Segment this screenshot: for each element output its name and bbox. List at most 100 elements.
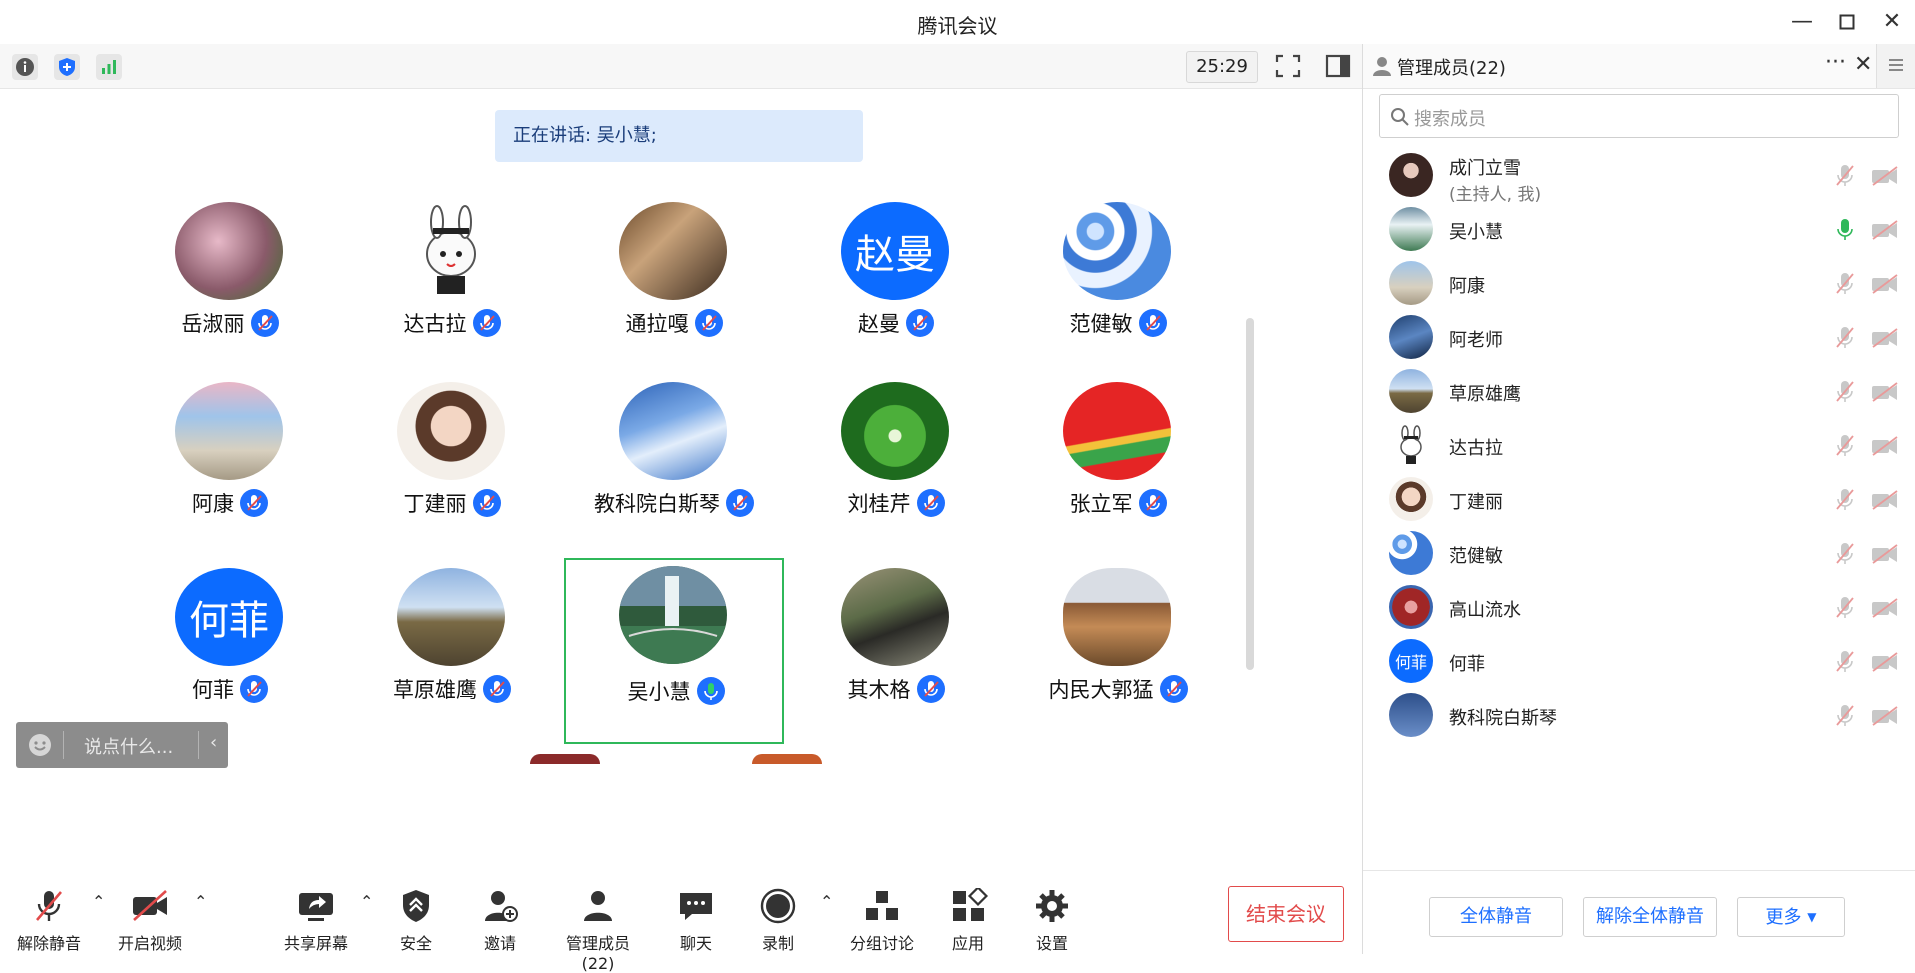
participant-tile[interactable]: 教科院白斯琴 — [564, 380, 784, 560]
mic-muted-icon[interactable] — [1835, 704, 1855, 728]
grid-scrollbar[interactable] — [1246, 318, 1254, 670]
end-meeting-button[interactable]: 结束会议 — [1228, 886, 1344, 942]
participant-tile[interactable]: 刘桂芹 — [786, 380, 1006, 560]
unmute-label: 解除静音 — [16, 934, 81, 953]
mic-muted-icon[interactable] — [1835, 380, 1855, 404]
toggle-sidebar-icon[interactable] — [1324, 53, 1352, 79]
participant-tile[interactable]: 岳淑丽 — [120, 200, 340, 380]
participant-name: 丁建丽 — [403, 492, 467, 516]
participant-tile[interactable]: 张立军 — [1008, 380, 1228, 560]
video-off-icon[interactable] — [1871, 598, 1899, 618]
unmute-all-button[interactable]: 解除全体静音 — [1583, 897, 1717, 937]
participant-tile-speaking[interactable]: 吴小慧 — [564, 558, 784, 744]
participant-tile[interactable]: 草原雄鹰 — [342, 566, 562, 746]
mic-active-icon — [696, 677, 725, 705]
breakout-rooms-button[interactable]: 分组讨论 — [846, 888, 918, 954]
side-menu-toggle[interactable] — [1876, 44, 1915, 88]
avatar — [841, 382, 949, 480]
mic-muted-icon[interactable] — [1835, 326, 1855, 350]
mic-muted-icon — [240, 489, 268, 517]
participant-tile[interactable]: 通拉嘎 — [564, 200, 784, 380]
apps-button[interactable]: 应用 — [948, 885, 989, 954]
signal-strength-icon[interactable] — [96, 54, 122, 80]
close-panel-icon[interactable]: ✕ — [1854, 52, 1872, 77]
participant-tile[interactable]: 丁建丽 — [342, 380, 562, 560]
share-screen-button[interactable]: 共享屏幕 — [280, 888, 352, 954]
avatar — [397, 568, 505, 666]
member-row[interactable]: 教科院白斯琴 — [1363, 684, 1915, 750]
mic-muted-icon — [472, 309, 501, 337]
mic-muted-icon[interactable] — [1835, 650, 1855, 674]
record-button[interactable]: 录制 — [758, 888, 798, 954]
participant-tile[interactable]: 阿康 — [120, 380, 340, 560]
info-icon[interactable] — [12, 54, 38, 80]
avatar — [619, 202, 727, 300]
more-options-icon[interactable]: ··· — [1825, 50, 1846, 75]
participant-name: 内民大郭猛 — [1048, 678, 1154, 702]
shield-icon — [403, 890, 429, 922]
video-off-icon[interactable] — [1871, 706, 1899, 726]
chevron-up-icon[interactable]: ⌃ — [360, 892, 373, 911]
invite-label: 邀请 — [483, 934, 516, 953]
participant-tile[interactable]: 范健敏 — [1008, 200, 1228, 380]
mic-muted-icon[interactable] — [1835, 434, 1855, 458]
settings-button[interactable]: 设置 — [1032, 888, 1072, 954]
video-off-icon[interactable] — [1871, 274, 1899, 294]
more-dropdown-button[interactable]: 更多 ▼ — [1737, 897, 1845, 937]
mic-muted-icon[interactable] — [1835, 542, 1855, 566]
breakout-label: 分组讨论 — [849, 934, 914, 953]
person-icon — [1373, 57, 1391, 76]
participant-tile[interactable]: 达古拉 — [342, 200, 562, 380]
video-off-icon[interactable] — [1871, 220, 1899, 240]
participant-tile[interactable]: 何菲 何菲 — [120, 566, 340, 746]
invite-button[interactable]: 邀请 — [480, 888, 520, 954]
video-off-icon[interactable] — [1871, 328, 1899, 348]
video-off-icon[interactable] — [1871, 166, 1899, 186]
chat-placeholder: 说点什么... — [84, 737, 174, 758]
video-off-icon[interactable] — [1871, 436, 1899, 456]
chat-quick-input[interactable]: 说点什么... ‹ — [16, 722, 228, 768]
manage-members-label: 管理成员(22) — [565, 934, 630, 973]
video-off-icon[interactable] — [1871, 652, 1899, 672]
member-name: 成门立雪 — [1449, 158, 1521, 179]
security-button[interactable]: 安全 — [396, 888, 436, 954]
mic-muted-icon[interactable] — [1835, 272, 1855, 296]
emoji-icon[interactable] — [28, 733, 52, 757]
participant-name: 岳淑丽 — [181, 312, 245, 336]
member-avatar — [1389, 315, 1433, 359]
mic-muted-icon — [472, 489, 501, 517]
participant-tile[interactable]: 赵曼 赵曼 — [786, 200, 1006, 380]
participant-name: 吴小慧 — [627, 680, 691, 704]
chat-label: 聊天 — [679, 934, 712, 953]
start-video-button[interactable]: 开启视频 — [114, 888, 186, 954]
close-window-icon[interactable]: ✕ — [1878, 8, 1906, 36]
mic-on-icon[interactable] — [1835, 218, 1855, 242]
mic-muted-icon[interactable] — [1835, 488, 1855, 512]
participant-tile[interactable]: 其木格 — [786, 566, 1006, 746]
security-shield-icon[interactable] — [54, 54, 80, 80]
maximize-icon[interactable] — [1833, 8, 1861, 36]
minimize-icon[interactable]: — — [1788, 8, 1816, 36]
mic-muted-icon — [916, 675, 945, 703]
video-off-icon[interactable] — [1871, 544, 1899, 564]
collapse-chevron-icon[interactable]: ‹ — [210, 732, 217, 753]
video-off-icon[interactable] — [1871, 490, 1899, 510]
mic-muted-icon[interactable] — [1835, 596, 1855, 620]
mic-muted-icon[interactable] — [1835, 164, 1855, 188]
app-title: 腾讯会议 — [917, 14, 998, 38]
fullscreen-icon[interactable] — [1274, 53, 1302, 79]
chat-button[interactable]: 聊天 — [676, 888, 716, 954]
security-label: 安全 — [399, 934, 432, 953]
unmute-button[interactable]: 解除静音 — [14, 888, 84, 954]
participant-tile[interactable]: 内民大郭猛 — [1008, 566, 1228, 746]
video-off-icon[interactable] — [1871, 382, 1899, 402]
manage-members-button[interactable]: 管理成员(22) — [550, 888, 646, 973]
avatar — [397, 382, 505, 480]
member-name: 何菲 — [1449, 654, 1485, 675]
chevron-up-icon[interactable]: ⌃ — [194, 892, 207, 911]
chevron-up-icon[interactable]: ⌃ — [92, 892, 105, 911]
member-search-input[interactable]: 搜索成员 — [1379, 94, 1899, 138]
letter-avatar: 赵曼 — [841, 202, 949, 300]
mute-all-button[interactable]: 全体静音 — [1429, 897, 1563, 937]
chevron-up-icon[interactable]: ⌃ — [820, 892, 833, 911]
